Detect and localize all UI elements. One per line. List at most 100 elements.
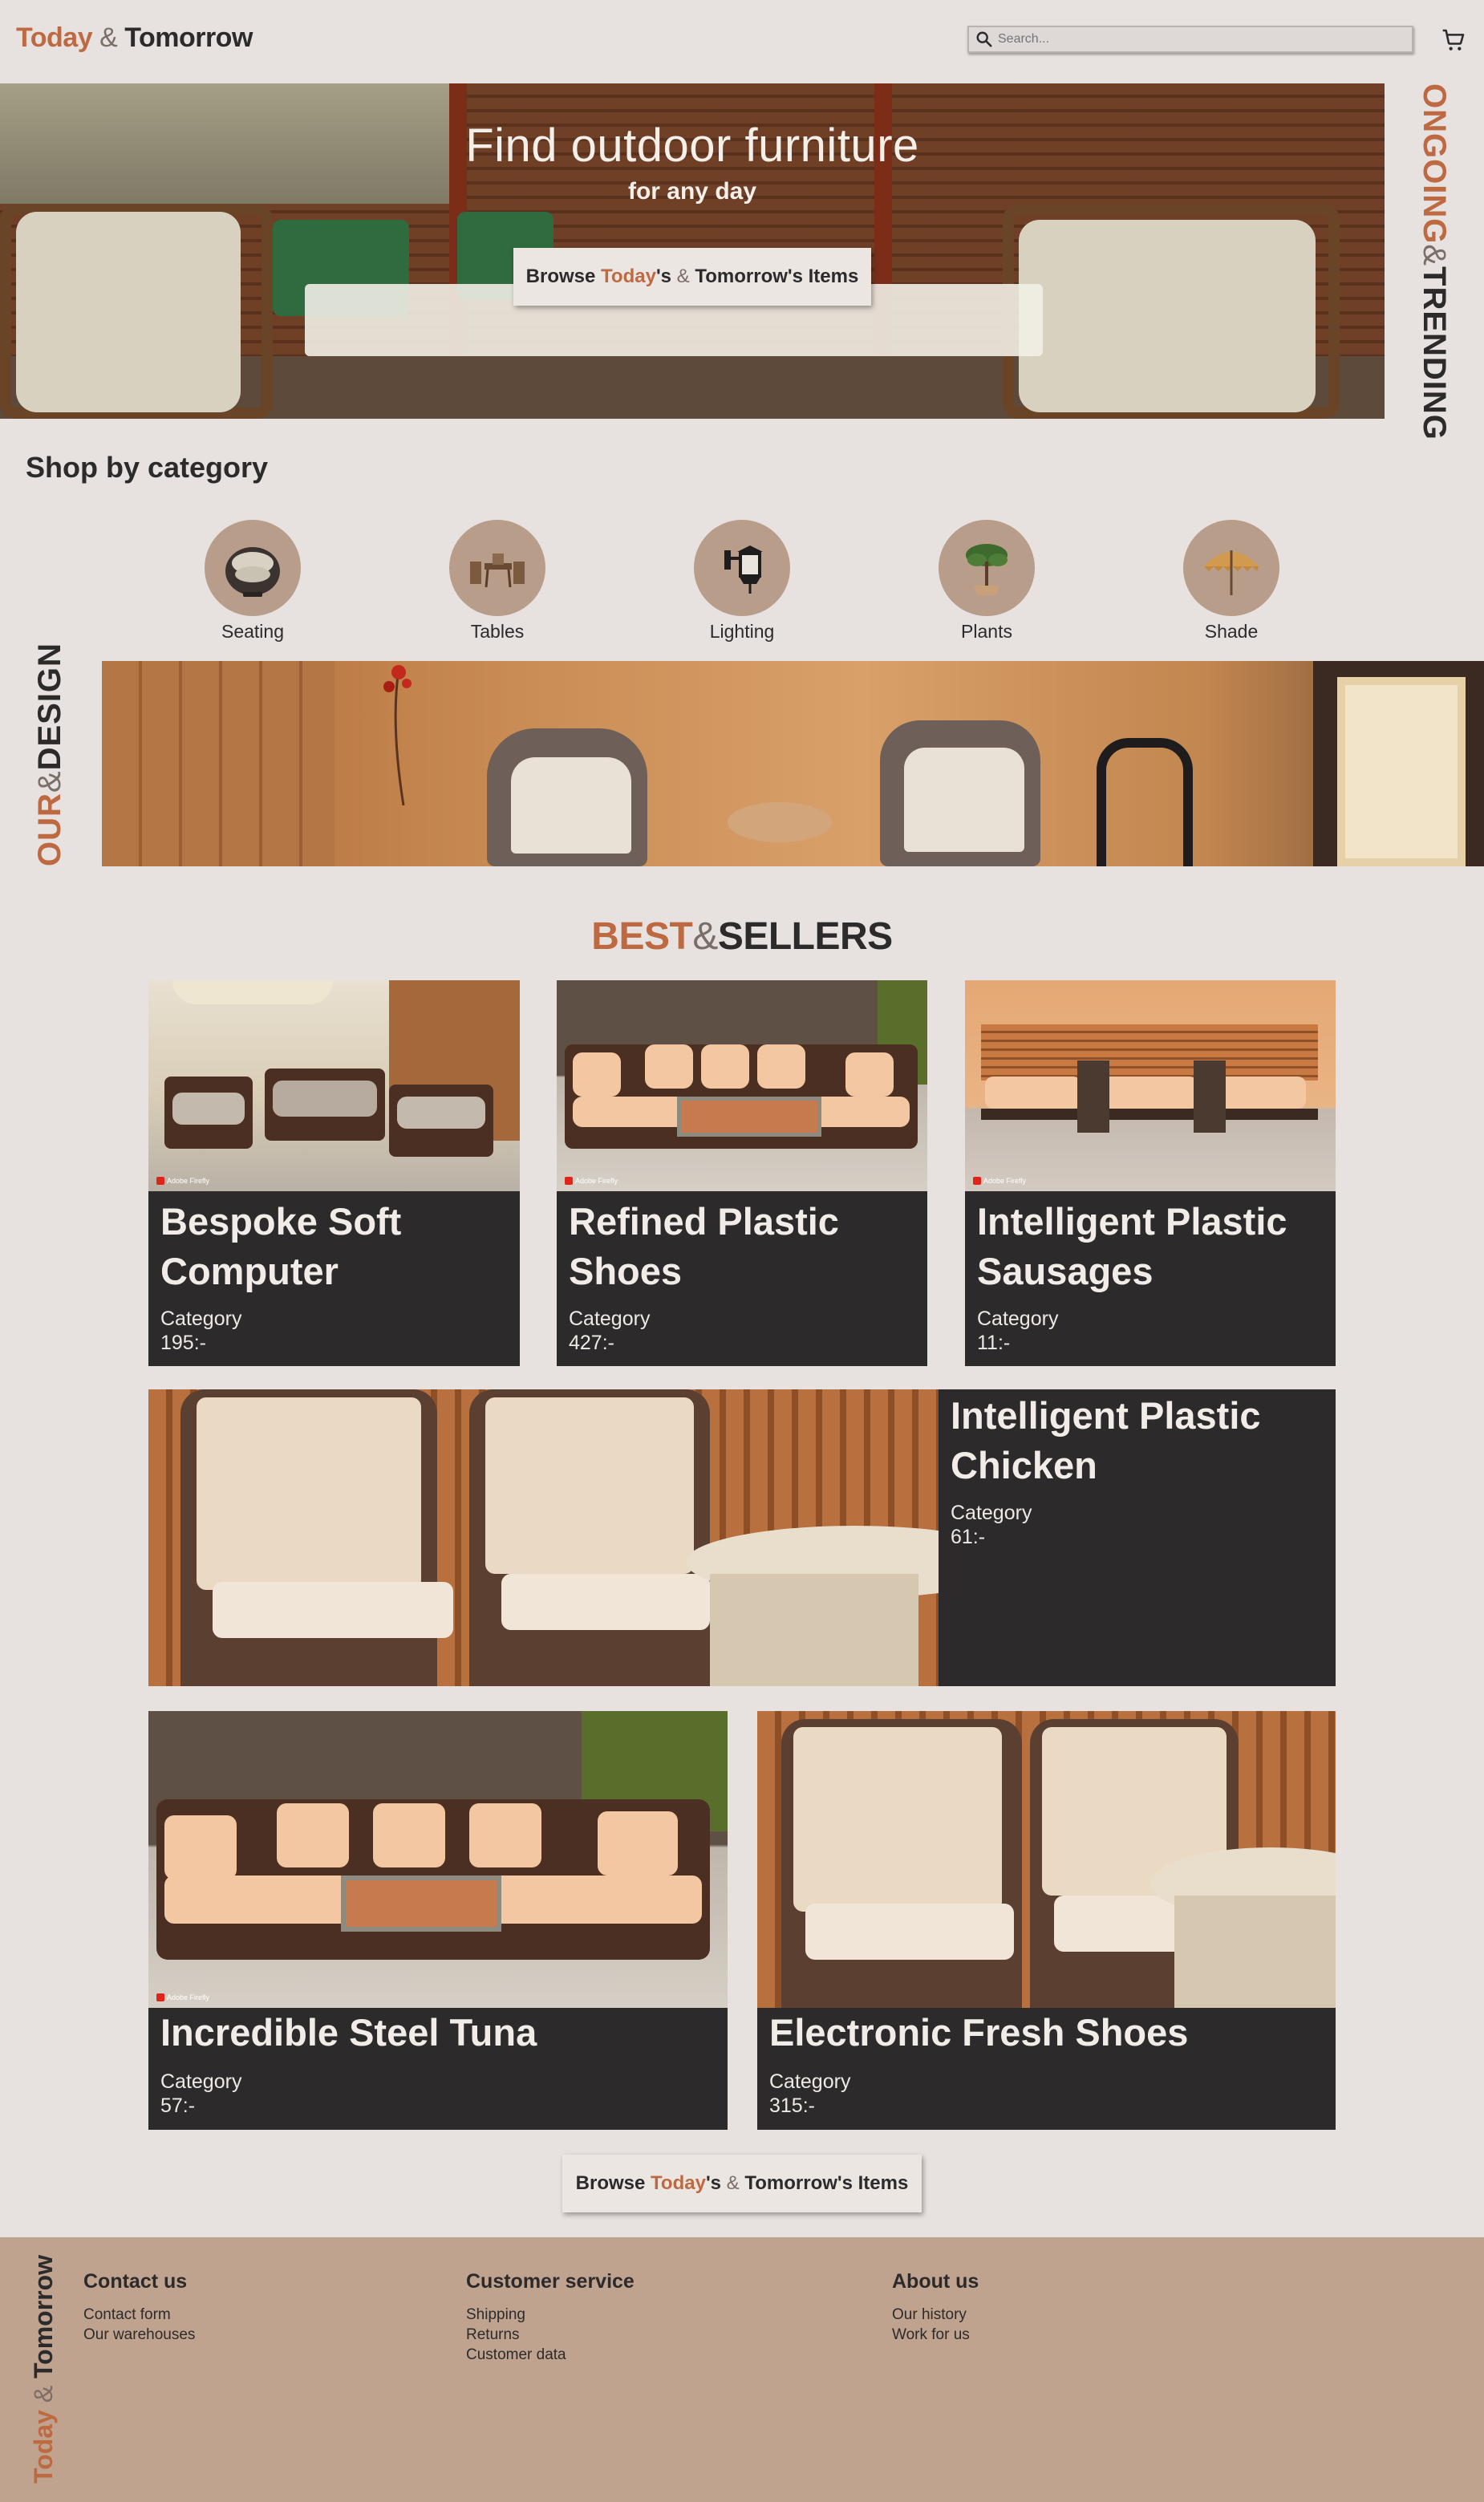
footer-column-about: About us Our history Work for us [892, 2270, 979, 2345]
category-seating[interactable]: Seating [180, 520, 325, 643]
footer-column-title: Customer service [466, 2270, 635, 2293]
footer-link-warehouses[interactable]: Our warehouses [83, 2325, 195, 2345]
watermark: Adobe Firefly [156, 1993, 209, 2001]
design-label-second: DESIGN [32, 643, 67, 771]
trending-label-ampersand: & [1417, 244, 1452, 267]
design-banner-flower [383, 665, 412, 805]
hero-title: Find outdoor furniture [465, 120, 919, 172]
product-image[interactable]: Adobe Firefly [148, 1711, 728, 2008]
site-logo[interactable]: Today & Tomorrow [16, 22, 253, 54]
search-input[interactable] [998, 32, 1399, 47]
footer-link-history[interactable]: Our history [892, 2305, 979, 2325]
trending-label: ONGOING&TRENDING [1415, 83, 1463, 440]
footer-logo-tomorrow: Tomorrow [29, 2254, 58, 2379]
product-card[interactable]: Adobe Firefly Intelligent Plastic Sausag… [965, 980, 1336, 1366]
product-image[interactable] [148, 1389, 939, 1686]
watermark: Adobe Firefly [156, 1177, 209, 1185]
product-price: 57:- [160, 2094, 196, 2117]
product-name[interactable]: Refined Plastic Shoes [569, 1197, 922, 1296]
site-footer [0, 2237, 1484, 2502]
product-card[interactable]: Adobe Firefly Bespoke Soft Computer Cate… [148, 980, 520, 1366]
hero-chair-cushion [1019, 220, 1316, 412]
product-card[interactable]: Adobe Firefly Refined Plastic Shoes Cate… [557, 980, 927, 1366]
design-label: OUR&DESIGN [32, 643, 80, 866]
product-name[interactable]: Incredible Steel Tuna [160, 2008, 722, 2058]
product-price: 427:- [569, 1332, 614, 1354]
browse-items-button[interactable]: Browse Today's & Tomorrow's Items [513, 248, 871, 306]
category-shade[interactable]: Shade [1159, 520, 1304, 643]
product-category: Category [951, 1502, 1032, 1524]
product-name[interactable]: Electronic Fresh Shoes [769, 2008, 1331, 2058]
product-card[interactable]: Electronic Fresh Shoes Category 315:- [757, 1711, 1336, 2130]
cta-today: Today [601, 266, 656, 287]
product-category: Category [977, 1308, 1059, 1330]
product-name[interactable]: Bespoke Soft Computer [160, 1197, 513, 1296]
footer-link-shipping[interactable]: Shipping [466, 2305, 635, 2325]
category-label: Lighting [709, 621, 775, 642]
product-image[interactable]: Adobe Firefly [557, 980, 927, 1191]
product-image[interactable]: Adobe Firefly [965, 980, 1336, 1191]
logo-today: Today [16, 22, 93, 53]
category-label: Seating [221, 621, 284, 642]
product-name[interactable]: Intelligent Plastic Chicken [951, 1391, 1328, 1490]
hero-chair-cushion [16, 212, 241, 412]
search-icon[interactable] [975, 30, 993, 48]
category-label: Tables [470, 621, 525, 642]
product-image[interactable] [757, 1711, 1336, 2008]
cta-today: Today [651, 2172, 706, 2194]
tables-icon [470, 554, 525, 588]
browse-items-bottom-button[interactable]: Browse Today's & Tomorrow's Items [562, 2155, 922, 2212]
hero-subtitle: for any day [627, 178, 757, 205]
lighting-icon [724, 545, 763, 594]
category-circle [449, 520, 545, 616]
footer-link-customer-data[interactable]: Customer data [466, 2345, 635, 2365]
bestsellers-title-second: SELLERS [717, 915, 893, 958]
cart-icon[interactable] [1441, 27, 1466, 53]
product-category: Category [769, 2070, 851, 2093]
design-banner-door-glass [1337, 677, 1466, 866]
category-label: Plants [961, 621, 1012, 642]
product-card[interactable]: Adobe Firefly Incredible Steel Tuna Cate… [148, 1711, 728, 2130]
cta-suffix: Tomorrow's Items [744, 2172, 909, 2194]
cta-prefix: Browse [525, 266, 596, 287]
footer-logo[interactable]: Today & Tomorrow [29, 2255, 61, 2484]
footer-link-returns[interactable]: Returns [466, 2325, 635, 2345]
category-plants[interactable]: Plants [914, 520, 1059, 643]
hero-banner: Find outdoor furniture for any day Brows… [0, 83, 1385, 419]
logo-ampersand: & [99, 22, 118, 53]
seating-icon [225, 547, 280, 597]
category-lighting[interactable]: Lighting [670, 520, 814, 643]
category-tables[interactable]: Tables [425, 520, 570, 643]
search-bar[interactable] [967, 26, 1413, 53]
product-price: 315:- [769, 2094, 815, 2117]
shade-icon [1204, 550, 1259, 595]
footer-column-title: About us [892, 2270, 979, 2293]
bestsellers-title-first: BEST [591, 915, 693, 958]
design-label-first: OUR [32, 793, 67, 866]
product-category: Category [569, 1308, 651, 1330]
footer-link-contact-form[interactable]: Contact form [83, 2305, 195, 2325]
category-circle [205, 520, 301, 616]
footer-column-title: Contact us [83, 2270, 188, 2293]
product-name[interactable]: Intelligent Plastic Sausages [977, 1197, 1330, 1296]
cta-suffix: Tomorrow's Items [695, 266, 859, 287]
bestsellers-title-ampersand: & [692, 915, 718, 958]
category-label: Shade [1204, 621, 1259, 642]
plants-icon [966, 544, 1008, 595]
footer-logo-ampersand: & [29, 2385, 58, 2403]
footer-link-work-for-us[interactable]: Work for us [892, 2325, 979, 2345]
design-banner-chair-cushion [511, 757, 631, 854]
category-circle [1183, 520, 1279, 616]
product-image[interactable]: Adobe Firefly [148, 980, 520, 1191]
trending-label-second: TRENDING [1417, 266, 1452, 440]
trending-label-first: ONGOING [1417, 83, 1452, 245]
product-card[interactable]: Intelligent Plastic Chicken Category 61:… [148, 1389, 1336, 1686]
bestsellers-title: BEST&SELLERS [0, 914, 1484, 959]
product-image-parasol [172, 980, 333, 1004]
category-section-title: Shop by category [26, 451, 269, 484]
design-banner-chair-cushion [904, 748, 1024, 852]
product-price: 61:- [951, 1526, 986, 1548]
design-banner-heater [1097, 738, 1193, 866]
design-banner-image[interactable] [102, 661, 1484, 866]
cta-mid: 's [705, 2172, 721, 2194]
